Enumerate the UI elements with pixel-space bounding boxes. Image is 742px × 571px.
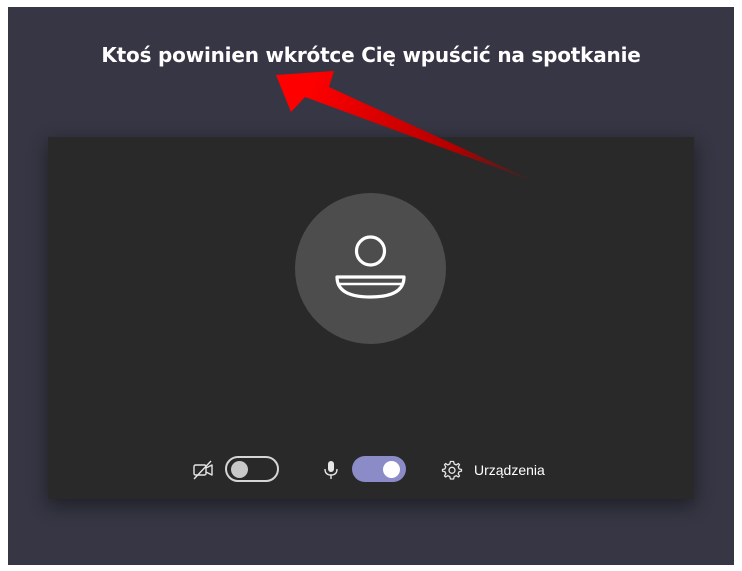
device-controls: Urządzenia <box>48 454 694 484</box>
microphone-toggle-knob <box>383 460 400 478</box>
person-icon <box>335 235 406 299</box>
gear-icon[interactable] <box>441 459 463 481</box>
lobby-waiting-message: Ktoś powinien wkrótce Cię wpuścić na spo… <box>101 43 641 67</box>
teams-lobby-screen: Ktoś powinien wkrótce Cię wpuścić na spo… <box>8 7 734 565</box>
microphone-icon[interactable] <box>320 459 342 481</box>
camera-toggle[interactable] <box>225 456 279 482</box>
microphone-toggle[interactable] <box>352 456 406 482</box>
video-preview: Urządzenia <box>48 137 694 499</box>
devices-button[interactable]: Urządzenia <box>474 462 545 478</box>
camera-toggle-knob <box>231 460 248 478</box>
camera-off-icon[interactable] <box>192 459 214 481</box>
avatar <box>295 193 446 344</box>
